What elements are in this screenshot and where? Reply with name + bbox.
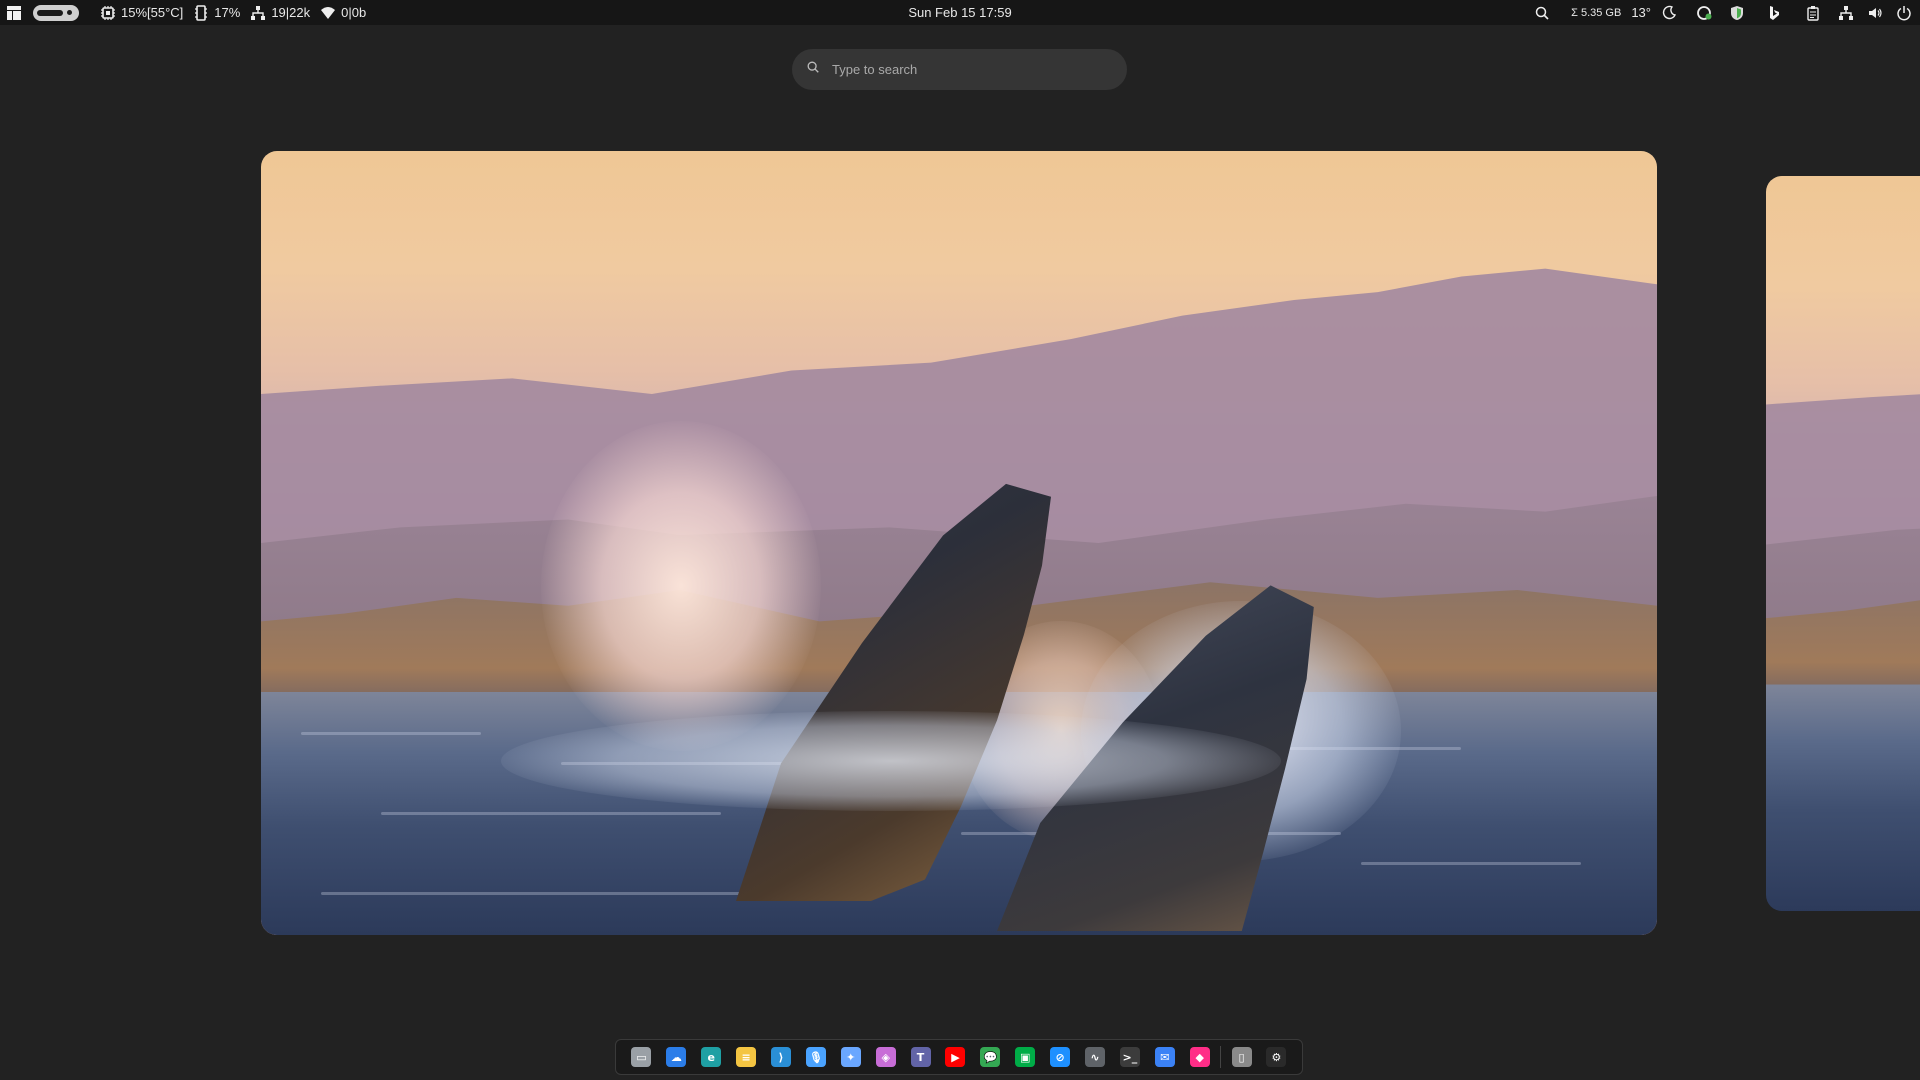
settings-icon: ⚙ <box>1266 1047 1287 1067</box>
workspace-preview-current[interactable] <box>261 151 1657 935</box>
network-indicator[interactable]: 19|22k <box>245 0 315 25</box>
search-icon <box>1534 5 1550 21</box>
bing-button[interactable] <box>1761 0 1800 25</box>
memory-text: 17% <box>214 5 241 20</box>
teams-icon: T <box>910 1047 931 1067</box>
memory-icon <box>193 4 209 21</box>
onedrive-icon: ☁ <box>666 1047 687 1067</box>
dock-item-safari[interactable]: ⊘ <box>1043 1042 1078 1072</box>
cpu-icon <box>100 5 116 21</box>
copilot-icon: ◈ <box>875 1047 896 1067</box>
youtube-icon: ▶ <box>945 1047 966 1067</box>
wallpaper-whales <box>261 151 1657 935</box>
dock: ▭ ☁ e ≡ ⟩ 🎙 ✦ ◈ T ▶ 💬 ▣ ⊘ ∿ >_ ✉ ◆ ▯ ⚙ <box>615 1039 1303 1075</box>
search-icon <box>806 60 820 79</box>
power-button[interactable] <box>1891 0 1920 25</box>
top-bar-left: 15%[55°C] 17% 19|22k 0|0b <box>0 0 371 25</box>
meet-icon: ▣ <box>1015 1047 1036 1067</box>
moon-icon <box>1661 5 1677 21</box>
volume-icon <box>1867 5 1883 21</box>
shield-button[interactable] <box>1724 0 1761 25</box>
terminal-icon: >_ <box>1119 1047 1140 1067</box>
dock-item-teams[interactable]: T <box>903 1042 938 1072</box>
edge-icon: e <box>701 1047 722 1067</box>
dock-item-monitor[interactable]: ∿ <box>1078 1042 1113 1072</box>
refresh-button[interactable] <box>1691 0 1724 25</box>
wifi-icon <box>320 5 336 21</box>
dock-item-terminal[interactable]: >_ <box>1112 1042 1147 1072</box>
storage-text: Σ 5.35 GB <box>1571 6 1622 19</box>
safari-icon: ⊘ <box>1050 1047 1071 1067</box>
wifi-indicator[interactable]: 0|0b <box>315 0 371 25</box>
power-icon <box>1896 5 1912 21</box>
notes-icon: ≡ <box>736 1047 757 1067</box>
wifi-text: 0|0b <box>341 5 367 20</box>
app-icon: ◆ <box>1189 1047 1210 1067</box>
trash-icon: ▯ <box>1231 1047 1252 1067</box>
dock-item-youtube[interactable]: ▶ <box>938 1042 973 1072</box>
shield-icon <box>1729 5 1745 21</box>
dock-item-voice[interactable]: 🎙 <box>798 1042 833 1072</box>
search-input[interactable] <box>832 62 1092 77</box>
cpu-text: 15%[55°C] <box>121 5 184 20</box>
dock-item-gemini[interactable]: ✦ <box>833 1042 868 1072</box>
dock-separator <box>1220 1046 1222 1068</box>
bing-icon <box>1766 5 1782 21</box>
network-icon <box>1838 5 1854 21</box>
network-text: 19|22k <box>271 5 311 20</box>
workspace-active[interactable] <box>37 9 63 16</box>
dock-item-edge[interactable]: e <box>694 1042 729 1072</box>
clock[interactable]: Sun Feb 15 17:59 <box>908 5 1011 20</box>
top-bar-right: Σ 5.35 GB 13° <box>1529 0 1920 25</box>
files-icon: ▭ <box>631 1047 652 1067</box>
dock-item-messenger[interactable]: ✉ <box>1147 1042 1182 1072</box>
storage-indicator[interactable]: Σ 5.35 GB <box>1566 0 1626 25</box>
volume-button[interactable] <box>1862 0 1891 25</box>
voice-icon: 🎙 <box>805 1047 826 1067</box>
network-button[interactable] <box>1833 0 1862 25</box>
workspace-dot[interactable] <box>67 10 72 15</box>
weather-indicator[interactable]: 13° <box>1626 0 1656 25</box>
top-bar: 15%[55°C] 17% 19|22k 0|0b Sun Feb 15 17:… <box>0 0 1920 25</box>
dock-item-app[interactable]: ◆ <box>1182 1042 1217 1072</box>
dock-item-notes[interactable]: ≡ <box>729 1042 764 1072</box>
dock-item-settings[interactable]: ⚙ <box>1259 1042 1294 1072</box>
layout-button[interactable] <box>0 0 27 25</box>
workspace-preview-next[interactable] <box>1766 176 1920 911</box>
clipboard-button[interactable] <box>1800 0 1833 25</box>
dock-item-trash[interactable]: ▯ <box>1224 1042 1259 1072</box>
temperature-text: 13° <box>1631 5 1651 20</box>
workspace-indicator[interactable] <box>33 4 79 21</box>
dock-item-vscode[interactable]: ⟩ <box>764 1042 799 1072</box>
dock-item-files[interactable]: ▭ <box>624 1042 659 1072</box>
dock-item-chat[interactable]: 💬 <box>973 1042 1008 1072</box>
clipboard-icon <box>1805 5 1821 21</box>
gemini-icon: ✦ <box>840 1047 861 1067</box>
dock-item-copilot[interactable]: ◈ <box>868 1042 903 1072</box>
overview-search[interactable] <box>792 49 1127 90</box>
refresh-icon <box>1696 5 1712 21</box>
search-button[interactable] <box>1529 0 1566 25</box>
cpu-indicator[interactable]: 15%[55°C] <box>95 0 188 25</box>
chat-icon: 💬 <box>980 1047 1001 1067</box>
vscode-icon: ⟩ <box>771 1047 791 1067</box>
messenger-icon: ✉ <box>1154 1047 1175 1067</box>
dock-item-meet[interactable]: ▣ <box>1008 1042 1043 1072</box>
night-light-button[interactable] <box>1656 0 1691 25</box>
wallpaper-whales-next <box>1766 176 1920 911</box>
layout-icon <box>6 5 22 21</box>
memory-indicator[interactable]: 17% <box>188 0 245 25</box>
network-icon <box>250 5 266 21</box>
dock-item-onedrive[interactable]: ☁ <box>659 1042 694 1072</box>
monitor-icon: ∿ <box>1085 1047 1106 1067</box>
